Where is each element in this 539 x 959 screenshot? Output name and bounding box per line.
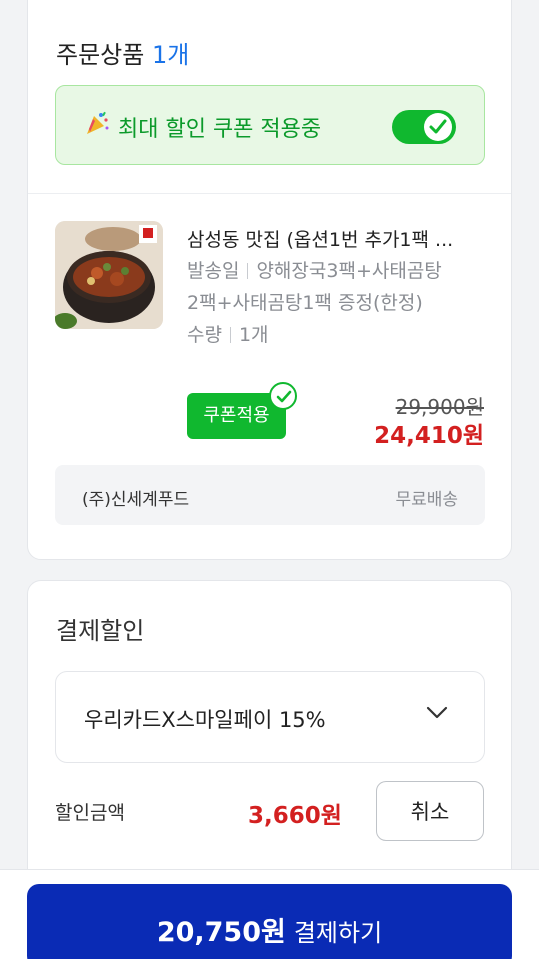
ship-date-label: 발송일 [187,260,240,282]
quantity-label: 수량 [187,324,222,346]
payment-discount-title: 결제할인 [56,617,145,645]
coupon-banner-text: 최대 할인 쿠폰 적용중 [118,117,322,142]
ship-date-value-cont: 2팩+사태곰탕1팩 증정(한정) [187,292,423,314]
seller-info: (주)신세계푸드 무료배송 [55,465,485,525]
card-discount-select[interactable]: 우리카드X스마일페이 15% [55,671,485,763]
selected-card-option: 우리카드X스마일페이 15% [84,708,326,732]
product-name[interactable]: 삼성동 맛집 (옵션1번 추가1팩 ... [187,225,487,252]
seller-name: (주)신세계푸드 [82,490,190,510]
check-icon [429,119,447,134]
ship-date-row: 발송일 양해장국3팩+사태곰탕 [187,256,442,283]
coupon-toggle[interactable] [392,110,456,144]
discount-amount-value: 3,660원 [248,803,342,829]
quantity-value: 1개 [238,324,269,346]
quantity-row: 수량 1개 [187,320,269,347]
shipping-fee: 무료배송 [395,490,458,510]
order-items-count: 1개 [151,41,190,69]
section-divider [28,193,511,194]
order-items-label: 주문상품 [56,41,145,69]
sale-price: 24,410원 [374,423,484,449]
pay-label: 결제하기 [293,919,383,947]
cancel-discount-button[interactable]: 취소 [376,781,484,841]
max-coupon-banner: 최대 할인 쿠폰 적용중 [55,85,485,165]
party-popper-icon [84,110,110,136]
check-circle-icon [269,382,297,410]
pay-amount: 20,750원 [156,917,286,948]
pay-button[interactable]: 20,750원 결제하기 [27,884,512,959]
order-items-title: 주문상품 1개 [56,35,189,70]
ship-date-value: 양해장국3팩+사태곰탕 [256,260,442,282]
discount-amount-label: 할인금액 [55,802,125,824]
checkout-bar: 20,750원 결제하기 [0,869,539,959]
chevron-down-icon [426,706,448,719]
product-thumbnail[interactable] [55,221,163,329]
toggle-knob [424,113,452,141]
order-items-card: 주문상품 1개 최대 할인 쿠폰 적용중 삼성동 맛집 (옵션1번 추가1팩 .… [27,0,512,560]
